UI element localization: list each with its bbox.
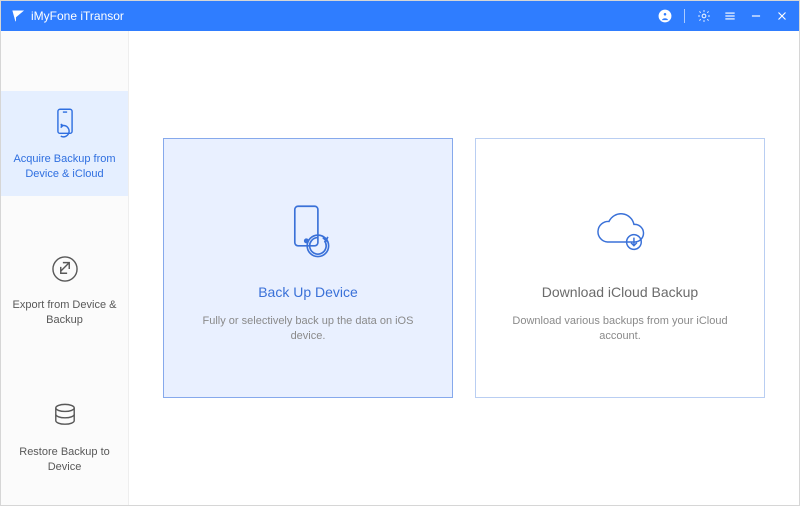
sidebar-item-export[interactable]: Export from Device & Backup — [1, 238, 128, 343]
close-button[interactable] — [775, 9, 789, 23]
sidebar-item-restore[interactable]: Restore Backup to Device — [1, 384, 128, 489]
phone-refresh-icon — [48, 105, 82, 144]
account-icon[interactable] — [658, 9, 672, 23]
menu-icon[interactable] — [723, 9, 737, 23]
export-icon — [48, 252, 82, 291]
card-title: Download iCloud Backup — [542, 284, 698, 300]
card-description: Download various backups from your iClou… — [496, 314, 744, 345]
titlebar: iMyFone iTransor — [1, 1, 799, 31]
sidebar: Acquire Backup from Device & iCloud Expo… — [1, 31, 129, 505]
sidebar-item-label: Restore Backup to Device — [10, 445, 120, 475]
sidebar-item-label: Export from Device & Backup — [10, 298, 120, 328]
card-description: Fully or selectively back up the data on… — [184, 314, 432, 345]
gear-icon[interactable] — [697, 9, 711, 23]
card-download-icloud[interactable]: Download iCloud Backup Download various … — [475, 138, 765, 398]
app-brand: iMyFone iTransor — [11, 9, 124, 23]
database-icon — [48, 398, 82, 437]
body: Acquire Backup from Device & iCloud Expo… — [1, 31, 799, 505]
sidebar-item-acquire-backup[interactable]: Acquire Backup from Device & iCloud — [1, 91, 128, 196]
minimize-button[interactable] — [749, 9, 763, 23]
titlebar-separator — [684, 9, 685, 23]
app-window: iMyFone iTransor — [0, 0, 800, 506]
device-backup-icon — [275, 192, 341, 270]
cloud-download-icon — [587, 192, 653, 270]
titlebar-controls — [658, 9, 789, 23]
main-content: Back Up Device Fully or selectively back… — [129, 31, 799, 505]
sidebar-item-label: Acquire Backup from Device & iCloud — [10, 152, 120, 182]
app-logo-icon — [11, 9, 25, 23]
card-back-up-device[interactable]: Back Up Device Fully or selectively back… — [163, 138, 453, 398]
card-title: Back Up Device — [258, 284, 358, 300]
app-title: iMyFone iTransor — [31, 9, 124, 23]
